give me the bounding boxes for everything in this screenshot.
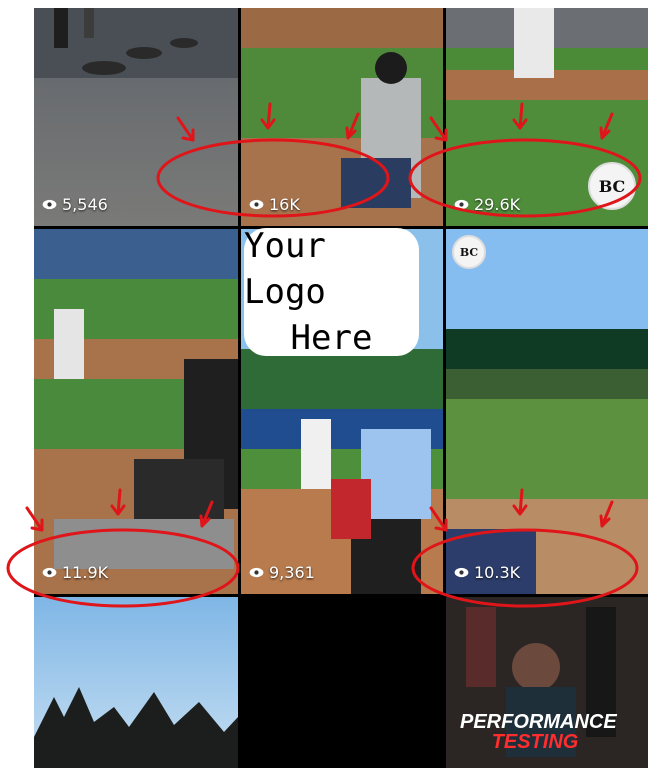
- video-tile-2[interactable]: 16K: [241, 8, 443, 226]
- catcher-field-scene: [241, 8, 443, 226]
- eye-icon: [42, 567, 57, 578]
- view-count-value: 10.3K: [474, 563, 521, 582]
- video-tile-6[interactable]: BC 10.3K: [446, 229, 648, 594]
- caption-line2: TESTING: [491, 731, 579, 753]
- tree-silhouette-scene: [34, 687, 238, 768]
- field-trees-scene: [446, 229, 648, 594]
- view-count-value: 16K: [269, 195, 300, 214]
- logo-placeholder-line2: Here: [290, 318, 373, 358]
- eye-icon: [249, 199, 264, 210]
- eye-icon: [249, 567, 264, 578]
- video-tile-4[interactable]: 11.9K: [34, 229, 238, 594]
- eye-icon: [454, 199, 469, 210]
- catcher-behind-net-scene: [34, 229, 238, 594]
- brand-logo-text: BC: [598, 176, 626, 196]
- view-count: 9,361: [249, 563, 315, 582]
- brand-logo-text: BC: [459, 245, 479, 259]
- view-count-value: 9,361: [269, 563, 315, 582]
- eye-icon: [42, 199, 57, 210]
- performance-testing-caption: PERFORMANCE TESTING: [460, 711, 617, 753]
- gym-floor-scene: [34, 8, 238, 78]
- video-tile-3[interactable]: BC 29.6K: [446, 8, 648, 226]
- brand-logo-badge: BC: [588, 162, 636, 210]
- video-grid: 5,546 16K BC 29.6K 11.9K 9,361 BC 10.3K: [34, 8, 648, 768]
- view-count: 5,546: [42, 195, 108, 214]
- view-count-value: 29.6K: [474, 195, 521, 214]
- eye-icon: [454, 567, 469, 578]
- video-tile-1[interactable]: 5,546: [34, 8, 238, 226]
- brand-logo-badge: BC: [452, 235, 486, 269]
- video-tile-8[interactable]: [241, 597, 443, 768]
- logo-placeholder-line1: Your Logo: [244, 226, 326, 312]
- view-count: 10.3K: [454, 563, 520, 582]
- caption-line1: PERFORMANCE: [460, 711, 617, 733]
- view-count-value: 11.9K: [62, 563, 109, 582]
- view-count: 16K: [249, 195, 300, 214]
- view-count: 11.9K: [42, 563, 108, 582]
- logo-placeholder-card: Your Logo Here: [244, 226, 419, 358]
- view-count: 29.6K: [454, 195, 520, 214]
- view-count-value: 5,546: [62, 195, 108, 214]
- video-tile-7[interactable]: [34, 597, 238, 768]
